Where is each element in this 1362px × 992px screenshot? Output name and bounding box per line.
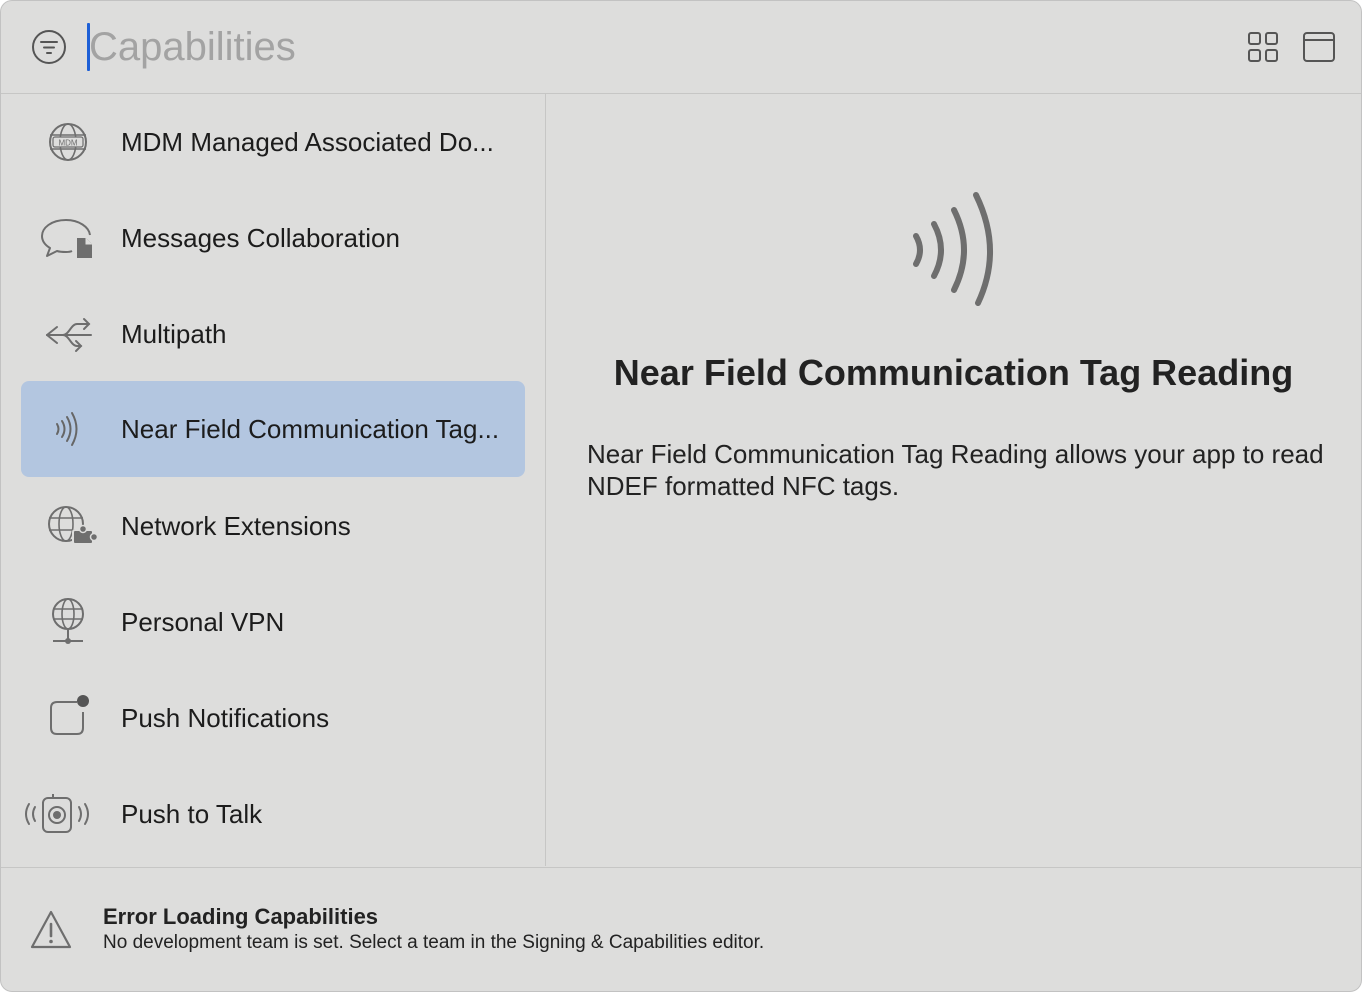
filter-icon[interactable] — [31, 29, 67, 65]
list-item-near-field-communication-tag-reading[interactable]: Near Field Communication Tag... — [21, 381, 525, 477]
nfc-waves-icon — [906, 190, 1006, 310]
list-item-label: MDM Managed Associated Do... — [121, 127, 494, 157]
capability-description: Near Field Communication Tag Reading all… — [587, 439, 1324, 501]
list-item-label: Push to Talk — [121, 799, 263, 829]
list-item-label: Personal VPN — [121, 607, 285, 637]
window-layout-icon[interactable] — [1301, 29, 1337, 65]
error-title: Error Loading Capabilities — [103, 904, 379, 929]
svg-text:MDM: MDM — [58, 139, 77, 148]
list-item-messages-collaboration[interactable]: Messages Collaboration — [21, 190, 525, 286]
capability-detail: Near Field Communication Tag Reading Nea… — [546, 94, 1361, 866]
multipath-arrows-icon — [33, 302, 103, 366]
nfc-waves-icon — [33, 397, 103, 461]
globe-network-icon — [33, 590, 103, 654]
error-banner: Error Loading Capabilities No developmen… — [1, 867, 1361, 991]
list-item-label: Near Field Communication Tag... — [121, 414, 500, 444]
list-item-label: Multipath — [121, 319, 227, 349]
chat-document-icon — [33, 206, 103, 270]
list-item-label: Messages Collaboration — [121, 223, 400, 253]
error-message: No development team is set. Select a tea… — [103, 932, 765, 953]
search-header — [1, 1, 1361, 94]
list-item-mdm-managed-associated-domains[interactable]: MDM MDM Managed Associated Do... — [21, 94, 525, 190]
list-item-personal-vpn[interactable]: Personal VPN — [21, 574, 525, 670]
search-input[interactable] — [89, 19, 1189, 75]
globe-puzzle-icon — [33, 494, 103, 558]
mdm-globe-icon: MDM — [33, 110, 103, 174]
list-item-multipath[interactable]: Multipath — [21, 286, 525, 382]
capabilities-window: MDM MDM Managed Associated Do... Message… — [0, 0, 1362, 992]
list-item-label: Push Notifications — [121, 703, 330, 733]
text-cursor — [87, 23, 90, 71]
walkie-talkie-icon — [21, 782, 109, 846]
list-item-push-to-talk[interactable]: Push to Talk — [21, 766, 525, 862]
list-item-network-extensions[interactable]: Network Extensions — [21, 478, 525, 574]
list-item-push-notifications[interactable]: Push Notifications — [21, 670, 525, 766]
grid-view-icon[interactable] — [1245, 29, 1281, 65]
list-item-label: Network Extensions — [121, 511, 351, 541]
warning-triangle-icon — [29, 908, 73, 952]
capability-title: Near Field Communication Tag Reading — [613, 352, 1294, 393]
notification-badge-icon — [33, 686, 103, 750]
capabilities-list: MDM MDM Managed Associated Do... Message… — [1, 94, 546, 866]
